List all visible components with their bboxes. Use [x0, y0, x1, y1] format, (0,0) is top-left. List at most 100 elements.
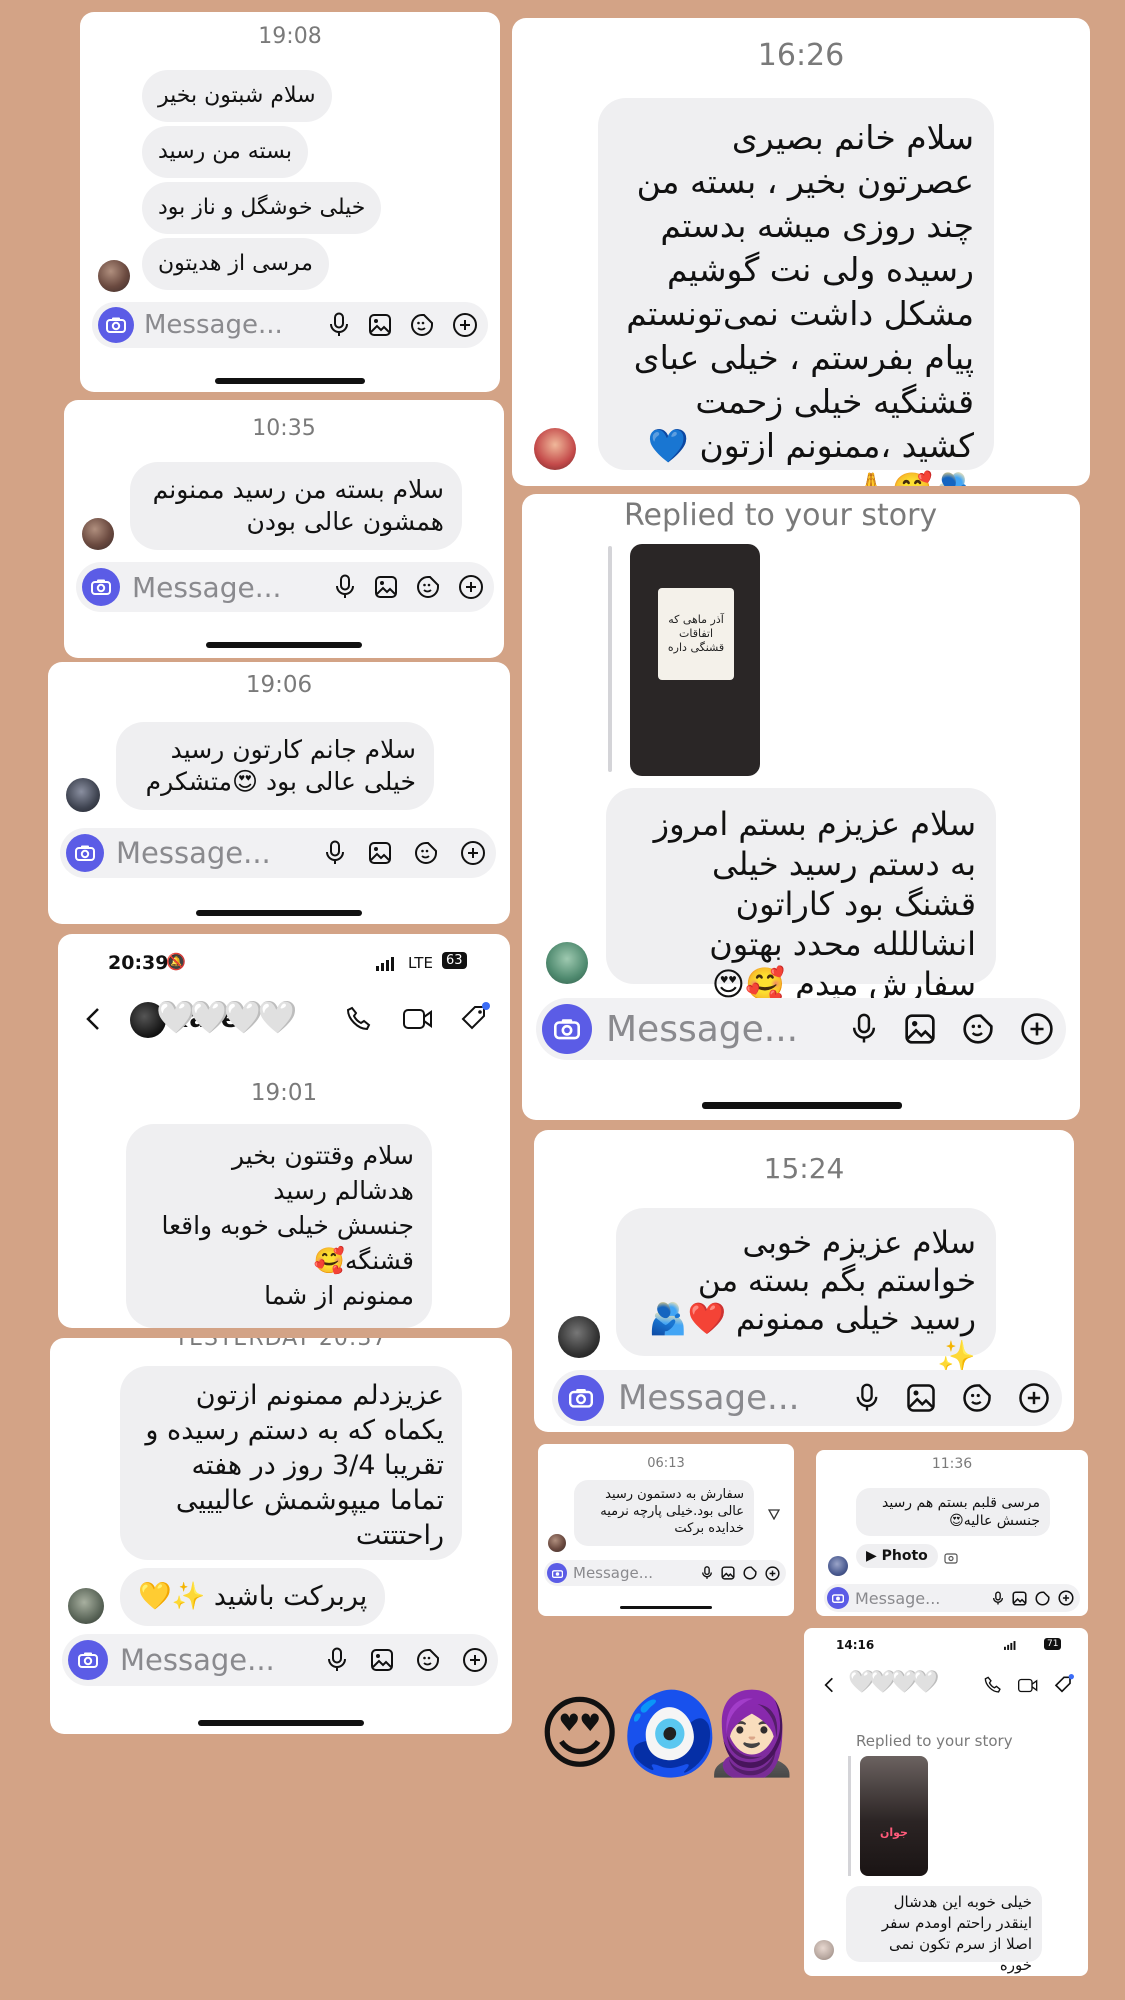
- plus-icon[interactable]: [1020, 1012, 1054, 1046]
- back-chevron-icon[interactable]: [824, 1677, 834, 1693]
- camera-button[interactable]: [98, 307, 134, 343]
- avatar: [548, 1534, 566, 1552]
- camera-button[interactable]: [82, 568, 120, 606]
- gallery-icon[interactable]: [906, 1383, 936, 1413]
- chat-card-4: 19:06 سلام جانم کارتون رسید خیلی عالی بو…: [48, 662, 510, 924]
- camera-icon: [554, 1019, 580, 1040]
- message-composer[interactable]: Message...: [552, 1370, 1062, 1426]
- message-input[interactable]: Message...: [855, 1589, 992, 1608]
- microphone-icon[interactable]: [854, 1383, 880, 1413]
- gallery-icon[interactable]: [374, 575, 398, 599]
- phone-icon[interactable]: [346, 1006, 372, 1032]
- sticker-icon[interactable]: [416, 1648, 440, 1672]
- message-input[interactable]: Message...: [573, 1564, 701, 1582]
- sticker-icon[interactable]: [962, 1013, 994, 1045]
- message-composer[interactable]: Message...: [76, 562, 494, 612]
- plus-icon[interactable]: [460, 840, 486, 866]
- replied-label: Replied to your story: [856, 1732, 1013, 1750]
- home-indicator: [206, 642, 362, 648]
- microphone-icon[interactable]: [992, 1591, 1004, 1606]
- camera-icon: [78, 1652, 98, 1668]
- gallery-icon[interactable]: [368, 841, 392, 865]
- message-time: 19:06: [245, 672, 313, 698]
- message-input[interactable]: Message...: [144, 310, 328, 340]
- sticker-icon[interactable]: [414, 841, 438, 865]
- camera-button[interactable]: [547, 1563, 567, 1583]
- reply-line: [608, 546, 612, 772]
- chat-card-1: 19:08 سلام شبتون بخیر بسته من رسید خیلی …: [80, 12, 500, 392]
- message-input[interactable]: Message...: [606, 1009, 850, 1050]
- avatar: [98, 260, 130, 292]
- video-icon[interactable]: [1018, 1678, 1038, 1693]
- microphone-icon[interactable]: [326, 1647, 348, 1673]
- camera-button[interactable]: [66, 834, 104, 872]
- avatar: [546, 942, 588, 984]
- gallery-icon[interactable]: [1012, 1590, 1027, 1606]
- gallery-icon[interactable]: [370, 1648, 394, 1672]
- avatar: [558, 1316, 600, 1358]
- story-thumbnail[interactable]: جوان: [860, 1756, 928, 1876]
- microphone-icon[interactable]: [324, 840, 346, 866]
- message-composer[interactable]: Message...: [60, 828, 496, 878]
- plus-icon[interactable]: [452, 312, 478, 338]
- plus-icon[interactable]: [1018, 1382, 1050, 1414]
- microphone-icon[interactable]: [328, 312, 350, 338]
- plus-icon[interactable]: [458, 574, 484, 600]
- message-composer[interactable]: Message...: [544, 1560, 786, 1586]
- plus-icon[interactable]: [1058, 1590, 1074, 1606]
- chat-card-6: Replied to your story آذر ماهی که اتفاقا…: [522, 494, 1080, 1120]
- avatar: [66, 778, 100, 812]
- sticker-icon[interactable]: [962, 1383, 992, 1413]
- message-bubble: پربرکت باشید ✨💛: [120, 1568, 386, 1626]
- chat-header: ka.e 🤍🤍🤍🤍: [58, 994, 510, 1044]
- photo-chip[interactable]: ▶ Photo: [856, 1544, 938, 1568]
- message-time: 16:26: [757, 38, 845, 73]
- plus-icon[interactable]: [765, 1565, 780, 1581]
- message-time: 10:35: [252, 416, 316, 441]
- sticker-icon[interactable]: [743, 1566, 757, 1580]
- story-thumbnail[interactable]: آذر ماهی که اتفاقات قشنگی داره: [630, 544, 760, 776]
- avatar: [68, 1588, 104, 1624]
- microphone-icon[interactable]: [334, 574, 356, 600]
- camera-icon: [832, 1594, 844, 1603]
- mute-bell-icon: 🔕: [166, 952, 186, 971]
- sticker-icon[interactable]: [1035, 1590, 1050, 1606]
- microphone-icon[interactable]: [701, 1566, 713, 1580]
- home-indicator: [620, 1606, 712, 1609]
- camera-icon: [91, 579, 111, 595]
- camera-button[interactable]: [827, 1587, 849, 1609]
- message-bubble: سفارش به دستمون رسید عالی بود.خیلی پارچه…: [574, 1480, 754, 1546]
- video-icon[interactable]: [403, 1008, 433, 1030]
- photo-label: ▶ Photo: [866, 1548, 928, 1564]
- camera-button[interactable]: [542, 1004, 592, 1054]
- message-bubble: خیلی خوبه این هدشال اینقدر راحتم اومدم س…: [846, 1886, 1042, 1974]
- message-composer[interactable]: Message...: [92, 302, 488, 348]
- send-arrow-icon[interactable]: [768, 1508, 780, 1520]
- woman-hijab-emoji: 🧕🏻: [702, 1687, 802, 1780]
- message-bubble: سلام وقتتون بخیر هدشالم رسید جنسش خیلی خ…: [126, 1124, 432, 1328]
- camera-icon: [106, 317, 126, 333]
- microphone-icon[interactable]: [850, 1013, 878, 1045]
- camera-button[interactable]: [558, 1375, 604, 1421]
- message-composer[interactable]: Message...: [62, 1634, 498, 1686]
- heart-emojis: 🤍🤍🤍🤍: [848, 1670, 940, 1695]
- gallery-icon[interactable]: [721, 1566, 735, 1580]
- avatar: [82, 518, 114, 550]
- message-input[interactable]: Message...: [132, 571, 334, 604]
- message-time: 19:08: [258, 24, 322, 49]
- tag-icon[interactable]: [1054, 1674, 1074, 1694]
- camera-button[interactable]: [68, 1640, 108, 1680]
- sticker-icon[interactable]: [416, 575, 440, 599]
- message-input[interactable]: Message...: [116, 836, 324, 870]
- gallery-icon[interactable]: [904, 1013, 936, 1045]
- message-composer[interactable]: Message...: [536, 998, 1066, 1060]
- message-input[interactable]: Message...: [618, 1378, 854, 1418]
- message-input[interactable]: Message...: [120, 1643, 326, 1677]
- phone-icon[interactable]: [984, 1676, 1002, 1694]
- back-chevron-icon[interactable]: [86, 1007, 100, 1031]
- message-composer[interactable]: Message...: [824, 1584, 1080, 1612]
- sticker-icon[interactable]: [410, 313, 434, 337]
- plus-icon[interactable]: [462, 1647, 488, 1673]
- tag-icon[interactable]: [460, 1002, 490, 1032]
- gallery-icon[interactable]: [368, 313, 392, 337]
